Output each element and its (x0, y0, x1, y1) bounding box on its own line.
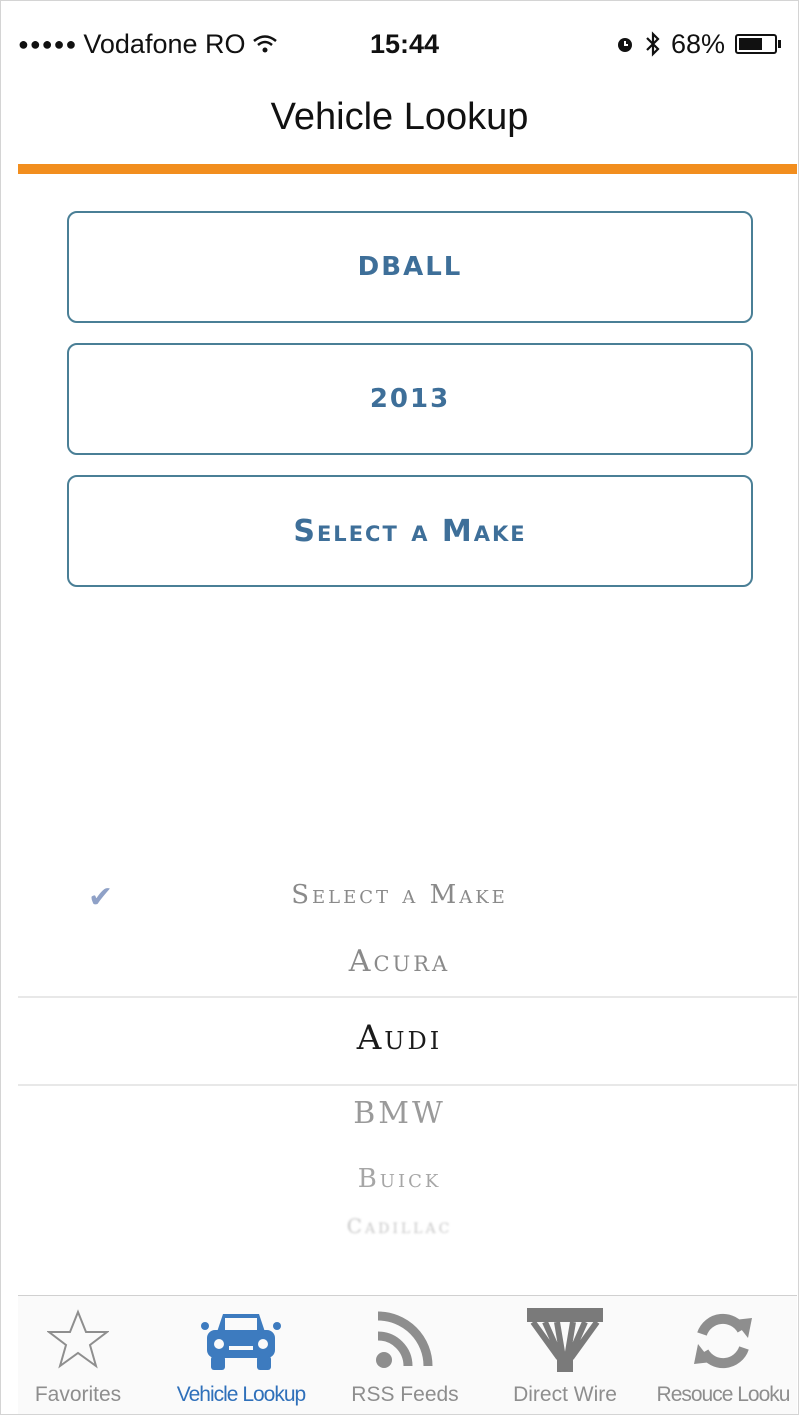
tab-label: Vehicle Lookup (176, 1383, 306, 1406)
year-field-button[interactable]: 2013 (67, 343, 753, 455)
tab-direct-wire[interactable]: Direct Wire (485, 1296, 645, 1414)
wifi-icon (252, 35, 277, 53)
tab-vehicle-lookup[interactable]: Vehicle Lookup (161, 1296, 321, 1414)
picker-item[interactable]: Buick (0, 1164, 799, 1194)
picker-item-selected[interactable]: Audi (0, 1018, 799, 1058)
alarm-icon (617, 38, 632, 52)
tab-favorites[interactable]: Favorites (0, 1296, 158, 1414)
picker-item[interactable]: BMW (0, 1096, 799, 1131)
tab-label: RSS Feeds (351, 1383, 459, 1406)
status-bar: ●●●●● Vodafone RO 15:44 68% (18, 22, 781, 66)
wire-icon (527, 1308, 603, 1372)
bluetooth-icon (646, 31, 660, 57)
tab-resource-lookup[interactable]: Resouce Looku (643, 1296, 799, 1414)
clock: 15:44 (370, 28, 440, 59)
picker-item[interactable]: Acura (0, 944, 799, 979)
picker-item[interactable]: Select a Make (0, 880, 799, 910)
car-icon (201, 1314, 281, 1370)
refresh-icon (694, 1313, 752, 1369)
tab-label: Resouce Looku (656, 1383, 791, 1406)
carrier-name: Vodafone RO (83, 28, 246, 59)
picker-item[interactable]: Cadillac (0, 1214, 799, 1238)
tab-bar: Favorites Vehicle Lookup RSS Feeds Direc… (18, 1295, 797, 1414)
tab-label: Favorites (34, 1383, 122, 1406)
tab-label: Direct Wire (513, 1383, 617, 1406)
battery-percent: 68% (670, 28, 725, 59)
status-right: 68% (615, 28, 781, 60)
make-field-button[interactable]: Select a Make (67, 475, 753, 587)
signal-strength: ●●●●● (18, 33, 78, 54)
rss-icon (376, 1311, 433, 1368)
carrier-info: ●●●●● Vodafone RO (18, 29, 278, 60)
battery-icon (735, 34, 781, 54)
accent-divider (18, 164, 797, 174)
star-icon (47, 1309, 109, 1369)
page-title: Vehicle Lookup (270, 96, 529, 138)
tab-rss-feeds[interactable]: RSS Feeds (325, 1296, 485, 1414)
name-field-button[interactable]: DBALL (67, 211, 753, 323)
